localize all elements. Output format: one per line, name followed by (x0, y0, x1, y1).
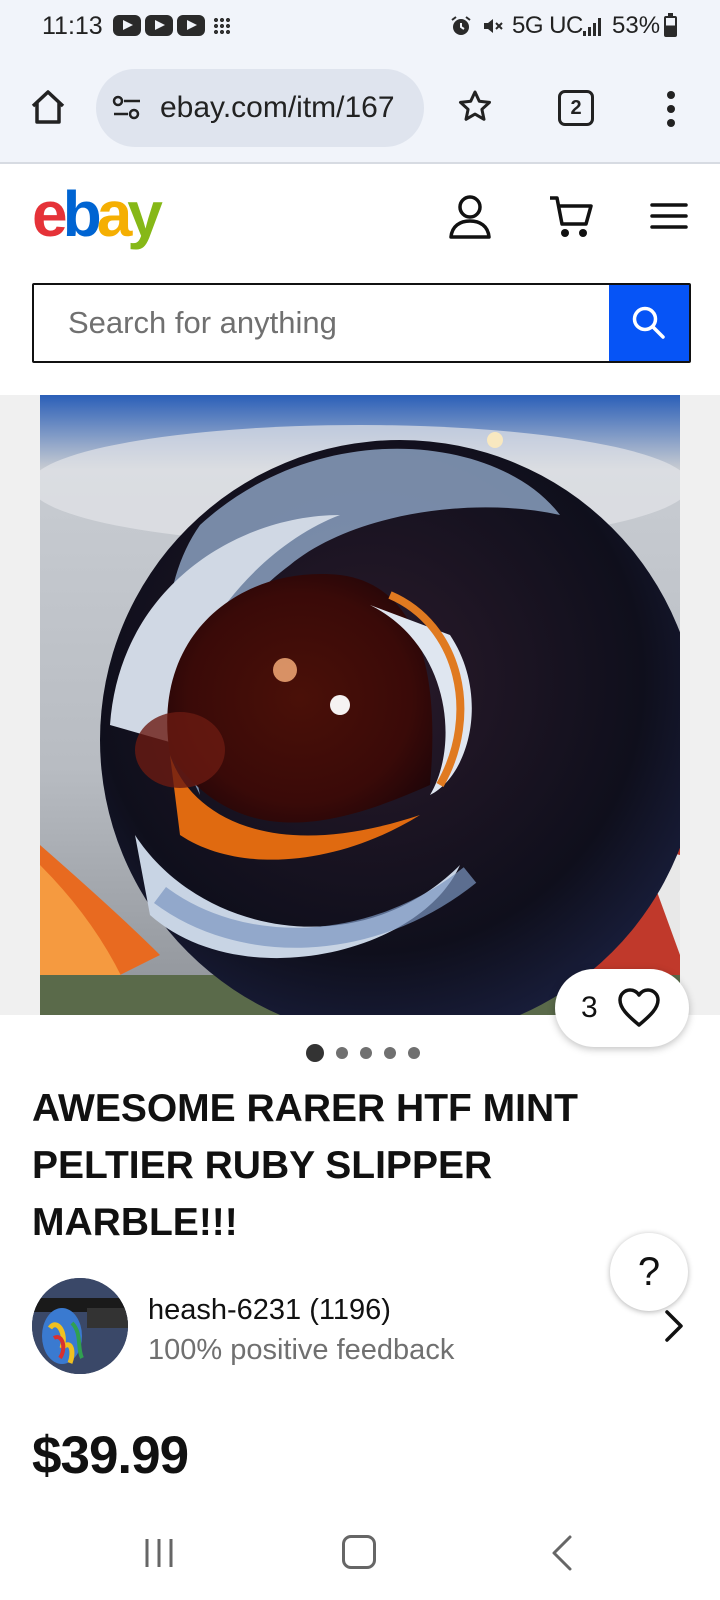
clock: 11:13 (42, 12, 103, 40)
watch-count: 3 (581, 991, 598, 1024)
search-button[interactable] (609, 285, 689, 361)
pagination-dot[interactable] (360, 1047, 372, 1059)
seller-name: heash-6231 (1196) (148, 1294, 391, 1326)
pagination-dot[interactable] (336, 1047, 348, 1059)
hamburger-menu-icon[interactable] (650, 200, 688, 232)
bookmark-star-icon[interactable] (456, 88, 494, 126)
home-nav-icon[interactable] (342, 1535, 376, 1569)
search-bar (32, 283, 691, 363)
apps-notification-icon (213, 17, 231, 35)
site-settings-icon[interactable] (112, 95, 142, 121)
watch-button[interactable]: 3 (555, 969, 689, 1047)
chevron-right-icon (665, 1310, 683, 1342)
system-nav-bar (0, 1500, 720, 1600)
address-bar[interactable]: ebay.com/itm/167 (96, 69, 424, 147)
ebay-logo[interactable]: ebay (32, 182, 163, 246)
youtube-notification-icon (113, 15, 141, 36)
image-pagination (0, 1043, 720, 1063)
pagination-dot[interactable] (384, 1047, 396, 1059)
search-icon (632, 306, 665, 339)
tab-switcher-button[interactable]: 2 (558, 90, 594, 126)
youtube-notification-icon (177, 15, 205, 36)
url-text[interactable]: ebay.com/itm/167 (160, 91, 410, 125)
heart-icon (618, 988, 660, 1027)
browser-toolbar: ebay.com/itm/167 2 (0, 52, 720, 164)
seller-avatar (32, 1278, 128, 1374)
item-price: $39.99 (32, 1426, 189, 1485)
battery-icon (664, 13, 677, 37)
marble-photo (40, 395, 680, 1015)
mute-icon (484, 19, 503, 33)
back-icon[interactable] (550, 1534, 574, 1572)
more-menu-icon[interactable] (664, 90, 678, 128)
account-icon[interactable] (448, 194, 492, 240)
pagination-dot[interactable] (306, 1044, 324, 1062)
seller-feedback: 100% positive feedback (148, 1334, 455, 1366)
signal-icon (583, 18, 601, 36)
alarm-icon (451, 16, 471, 35)
cart-icon[interactable] (548, 194, 594, 240)
pagination-dot[interactable] (408, 1047, 420, 1059)
image-gallery[interactable] (0, 395, 720, 1015)
youtube-notification-icon (145, 15, 173, 36)
battery-percent: 53% (612, 12, 661, 39)
status-bar: 11:13 5G UC 53% (0, 0, 720, 52)
home-icon[interactable] (28, 87, 68, 127)
product-image[interactable] (40, 395, 680, 1015)
seller-info[interactable]: heash-6231 (1196) 100% positive feedback (32, 1278, 692, 1378)
search-input[interactable] (34, 285, 609, 361)
network-type: 5G UC (512, 12, 583, 39)
item-title: AWESOME RARER HTF MINT PELTIER RUBY SLIP… (32, 1087, 578, 1244)
recent-apps-icon[interactable] (142, 1537, 176, 1569)
